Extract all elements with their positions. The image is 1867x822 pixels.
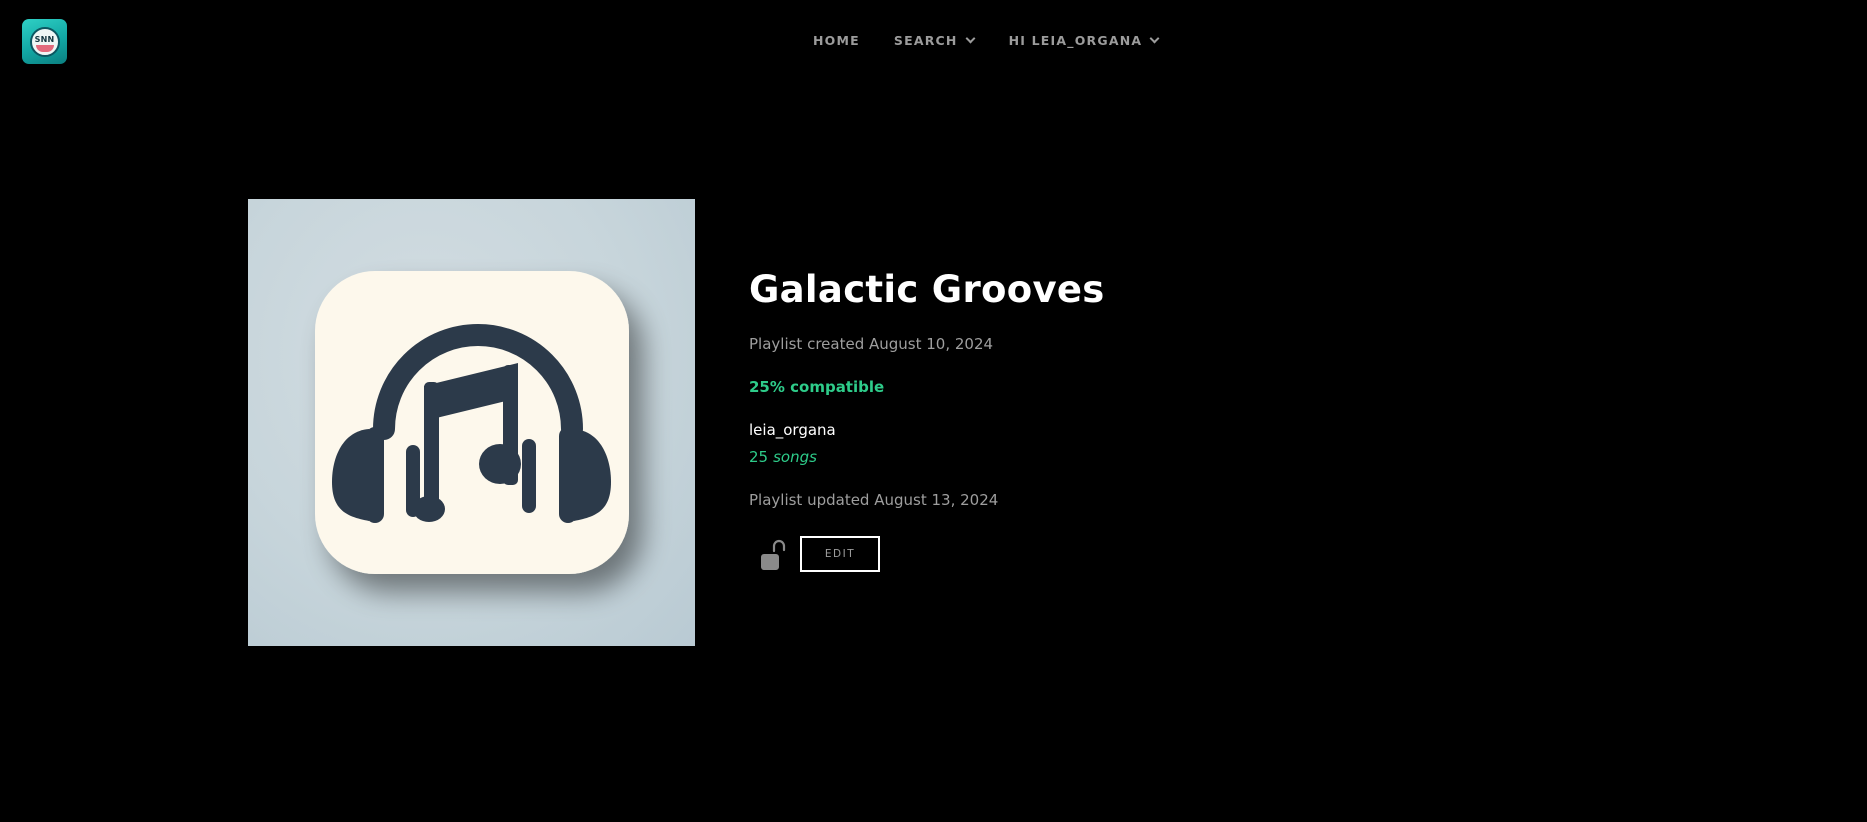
top-header: SNN HOME SEARCH HI LEIA_ORGANA [0, 0, 1867, 84]
playlist-info: Galactic Grooves Playlist created August… [749, 262, 1105, 572]
chevron-down-icon [1149, 33, 1160, 44]
unlocked-padlock-icon[interactable] [761, 537, 789, 573]
headphones-music-note-icon [315, 271, 629, 574]
song-count: 25 songs [749, 448, 817, 466]
song-count-number: 25 [749, 448, 769, 466]
playlist-created-date: Playlist created August 10, 2024 [749, 335, 994, 353]
chevron-down-icon [965, 33, 976, 44]
nav-user-dropdown[interactable]: HI LEIA_ORGANA [1008, 33, 1160, 48]
app-logo[interactable]: SNN [22, 19, 67, 64]
nav-home-label: HOME [813, 33, 860, 48]
playlist-cover-image [248, 199, 695, 646]
playlist-updated-date: Playlist updated August 13, 2024 [749, 491, 999, 509]
logo-badge-icon: SNN [29, 26, 60, 57]
nav-user-label: HI LEIA_ORGANA [1008, 33, 1143, 48]
main-nav: HOME SEARCH HI LEIA_ORGANA [813, 33, 1160, 48]
nav-search-dropdown[interactable]: SEARCH [893, 33, 976, 48]
compatibility-score: 25% compatible [749, 378, 885, 396]
logo-text: SNN [34, 35, 55, 44]
song-count-unit: songs [773, 448, 817, 466]
edit-button[interactable]: EDIT [800, 536, 880, 572]
playlist-owner: leia_organa [749, 421, 836, 439]
playlist-title: Galactic Grooves [749, 268, 1105, 311]
nav-search-label: SEARCH [893, 33, 958, 48]
nav-home-link[interactable]: HOME [813, 33, 860, 48]
